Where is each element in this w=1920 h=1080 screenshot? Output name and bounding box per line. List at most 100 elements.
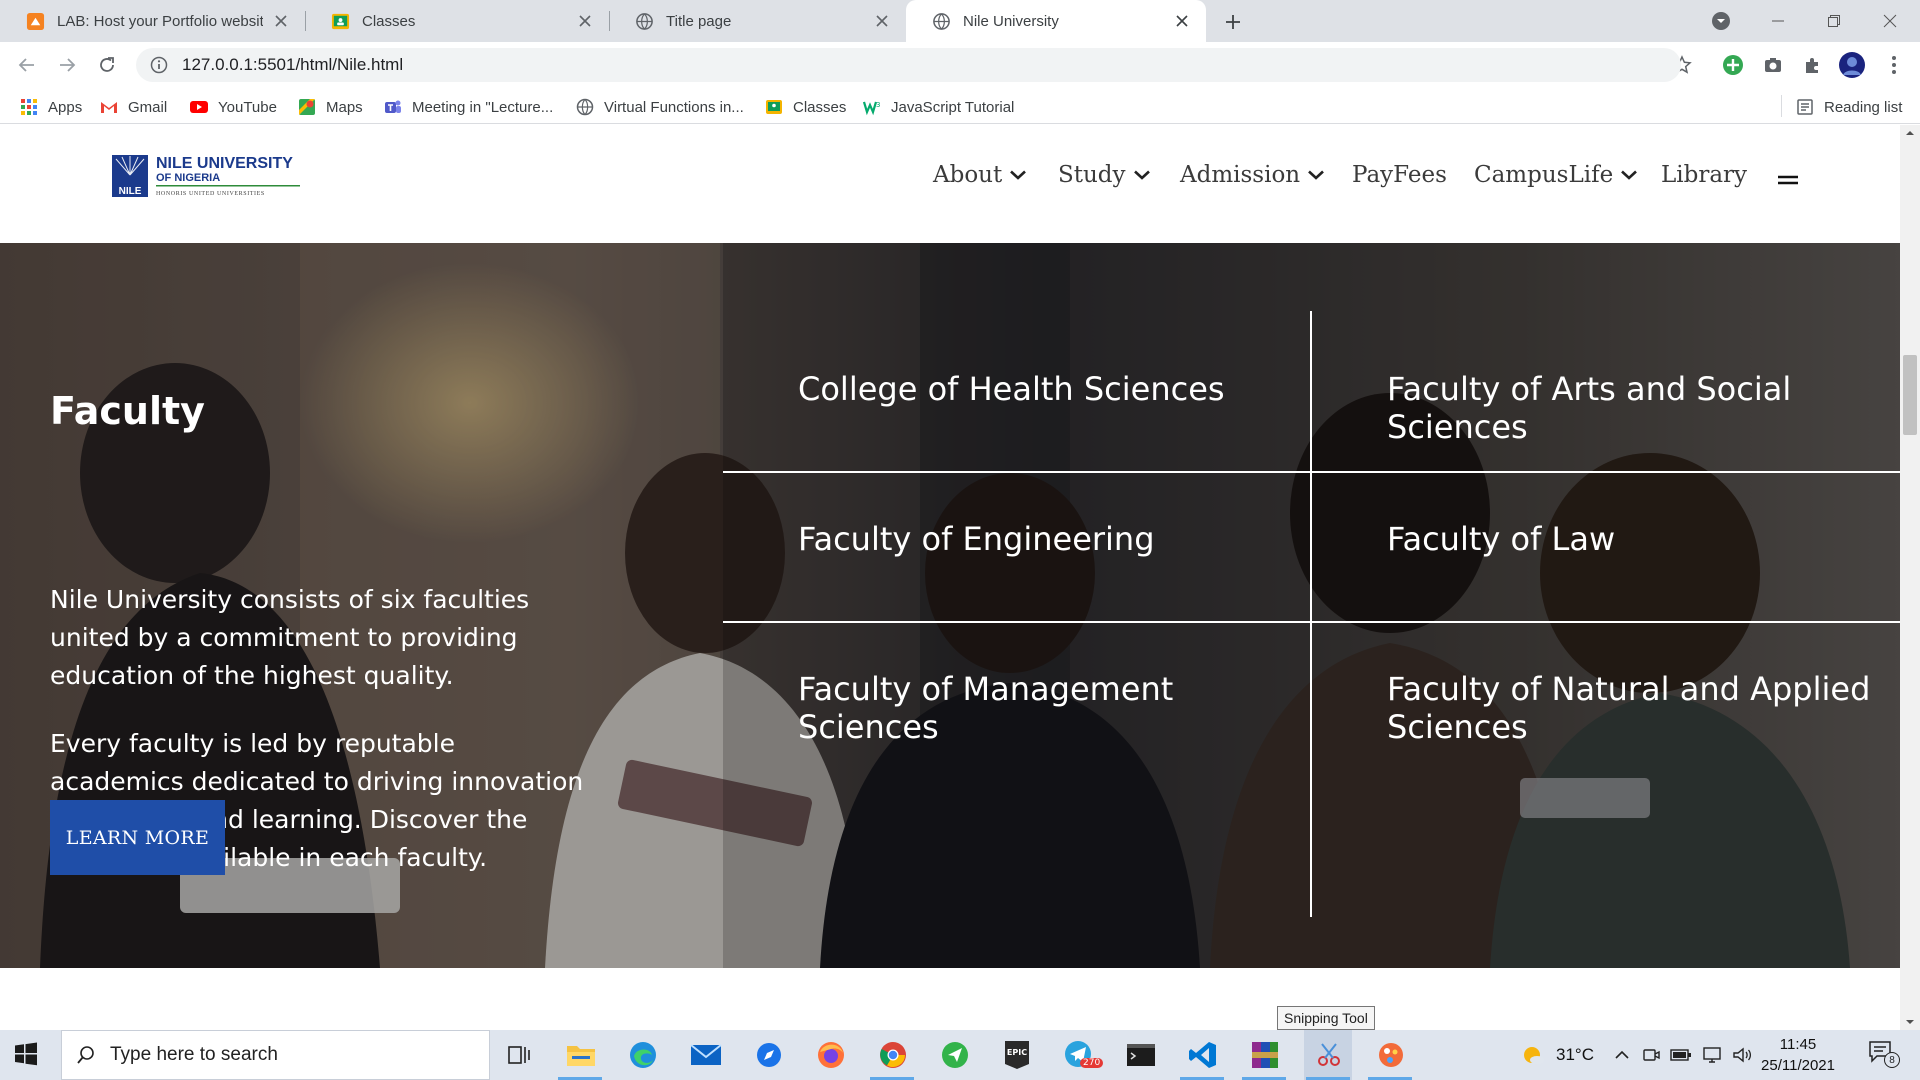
- taskbar-vscode[interactable]: [1186, 1038, 1220, 1072]
- volume-icon[interactable]: [1732, 1046, 1752, 1064]
- taskbar-winrar[interactable]: [1248, 1038, 1282, 1072]
- page-scrollbar[interactable]: [1900, 125, 1920, 1030]
- close-tab-icon[interactable]: [1172, 11, 1192, 31]
- hamburger-icon: [1778, 175, 1798, 185]
- site-logo[interactable]: NILE NILE UNIVERSITY OF NIGERIA HONORIS …: [112, 153, 302, 199]
- taskbar-file-explorer[interactable]: [564, 1038, 598, 1072]
- taskbar-app-green[interactable]: [938, 1038, 972, 1072]
- close-tab-icon[interactable]: [271, 11, 291, 31]
- info-icon[interactable]: [150, 56, 168, 74]
- gmail-icon: [101, 102, 117, 113]
- scroll-up-icon[interactable]: [1900, 125, 1920, 141]
- logo-line2: OF NIGERIA: [156, 172, 220, 184]
- notification-center-button[interactable]: 8: [1868, 1040, 1902, 1070]
- meet-now-icon[interactable]: [1642, 1046, 1660, 1064]
- close-tab-icon[interactable]: [872, 11, 892, 31]
- tab-title-page[interactable]: Title page: [609, 0, 906, 42]
- reading-list-icon: [1797, 99, 1813, 115]
- tab-classes[interactable]: Classes: [305, 0, 609, 42]
- youtube-icon: [190, 101, 208, 113]
- grid-divider-horizontal: [723, 471, 1900, 473]
- tab-lab-portfolio[interactable]: LAB: Host your Portfolio website: [0, 0, 305, 42]
- bookmark-gmail[interactable]: Gmail: [100, 96, 167, 118]
- bookmark-youtube[interactable]: YouTube: [190, 96, 277, 118]
- forward-button[interactable]: [53, 51, 81, 79]
- nav-about[interactable]: About: [933, 162, 1027, 188]
- reading-list-button[interactable]: Reading list: [1796, 96, 1902, 118]
- faculty-link-management-sciences[interactable]: Faculty of Management Sciences: [798, 670, 1303, 746]
- weather-temperature[interactable]: 31°C: [1556, 1045, 1594, 1065]
- nav-library[interactable]: Library: [1661, 162, 1747, 188]
- nav-label: PayFees: [1352, 162, 1447, 188]
- bookmark-javascript-tutorial[interactable]: 3 JavaScript Tutorial: [863, 96, 1014, 118]
- nav-study[interactable]: Study: [1058, 162, 1150, 188]
- page-viewport: NILE NILE UNIVERSITY OF NIGERIA HONORIS …: [0, 125, 1920, 1030]
- bookmark-classes[interactable]: Classes: [765, 96, 846, 118]
- bookmark-virtual-functions[interactable]: Virtual Functions in...: [576, 96, 744, 118]
- address-bar[interactable]: 127.0.0.1:5501/html/Nile.html: [136, 48, 1681, 82]
- taskbar-telegram[interactable]: 270: [1062, 1038, 1104, 1072]
- taskbar-terminal[interactable]: [1124, 1038, 1158, 1072]
- taskbar-edge[interactable]: [626, 1038, 660, 1072]
- task-view-icon: [508, 1046, 530, 1064]
- nav-payfees[interactable]: PayFees: [1352, 162, 1447, 188]
- faculty-link-health-sciences[interactable]: College of Health Sciences: [798, 370, 1298, 408]
- send-app-icon: [942, 1042, 968, 1068]
- scroll-down-icon[interactable]: [1900, 1014, 1920, 1030]
- taskbar-snipping-tool[interactable]: [1312, 1038, 1346, 1072]
- system-tray: 31°C: [1520, 1030, 1752, 1080]
- close-icon: [1883, 14, 1897, 28]
- faculty-link-natural-applied-sciences[interactable]: Faculty of Natural and Applied Sciences: [1387, 670, 1887, 746]
- taskbar-app-blue[interactable]: [752, 1038, 786, 1072]
- bookmark-label: YouTube: [218, 98, 277, 116]
- minimize-icon: [1772, 20, 1784, 22]
- chevron-down-icon: [1621, 170, 1638, 180]
- bookmark-maps[interactable]: Maps: [298, 96, 363, 118]
- new-tab-button[interactable]: [1220, 9, 1246, 35]
- screenshot-extension-button[interactable]: [1759, 51, 1787, 79]
- minimize-button[interactable]: [1750, 0, 1806, 42]
- nav-campuslife[interactable]: CampusLife: [1474, 162, 1638, 188]
- learn-more-button[interactable]: LEARN MORE: [50, 800, 225, 875]
- close-tab-icon[interactable]: [575, 11, 595, 31]
- faculty-link-engineering[interactable]: Faculty of Engineering: [798, 520, 1298, 558]
- profile-avatar[interactable]: [1838, 51, 1866, 79]
- nav-label: Study: [1058, 162, 1126, 188]
- battery-icon[interactable]: [1670, 1048, 1692, 1062]
- start-button[interactable]: [14, 1042, 40, 1068]
- taskbar-search-box[interactable]: Type here to search: [61, 1030, 490, 1080]
- nav-admission[interactable]: Admission: [1180, 162, 1325, 188]
- taskbar-chrome[interactable]: [876, 1038, 910, 1072]
- taskbar-firefox[interactable]: [814, 1038, 848, 1072]
- w3schools-icon: 3: [863, 101, 880, 116]
- extension-green-button[interactable]: [1719, 51, 1747, 79]
- chevron-up-icon[interactable]: [1614, 1050, 1630, 1060]
- chevron-down-icon: [1133, 170, 1150, 180]
- taskbar-clock[interactable]: 11:45 25/11/2021: [1752, 1034, 1844, 1076]
- reload-button[interactable]: [93, 51, 121, 79]
- extensions-button[interactable]: [1799, 51, 1827, 79]
- close-window-button[interactable]: [1862, 0, 1918, 42]
- hamburger-menu-button[interactable]: [1775, 167, 1801, 193]
- faculty-link-arts-social-sciences[interactable]: Faculty of Arts and Social Sciences: [1387, 370, 1900, 446]
- tab-nile-university[interactable]: Nile University: [906, 0, 1206, 42]
- weather-sun-icon[interactable]: [1520, 1042, 1546, 1068]
- reading-list-label: Reading list: [1824, 98, 1903, 116]
- taskbar-epic-games[interactable]: EPIC: [1000, 1038, 1034, 1072]
- tab-title: Nile University: [963, 12, 1059, 30]
- tab-search-button[interactable]: [1710, 10, 1734, 34]
- tab-title: Title page: [666, 12, 732, 30]
- chevron-down-icon: [1308, 170, 1325, 180]
- back-button[interactable]: [13, 51, 41, 79]
- chrome-menu-button[interactable]: [1880, 51, 1908, 79]
- bookmark-teams-meeting[interactable]: Meeting in "Lecture...: [384, 96, 553, 118]
- taskbar-paint-app[interactable]: [1374, 1038, 1408, 1072]
- faculty-link-law[interactable]: Faculty of Law: [1387, 520, 1887, 558]
- restore-button[interactable]: [1806, 0, 1862, 42]
- scrollbar-thumb[interactable]: [1903, 355, 1917, 435]
- task-view-button[interactable]: [502, 1038, 536, 1072]
- taskbar-mail[interactable]: [689, 1038, 723, 1072]
- network-icon[interactable]: [1702, 1046, 1722, 1064]
- bookmark-apps[interactable]: Apps: [20, 96, 82, 118]
- camera-icon: [1765, 58, 1781, 72]
